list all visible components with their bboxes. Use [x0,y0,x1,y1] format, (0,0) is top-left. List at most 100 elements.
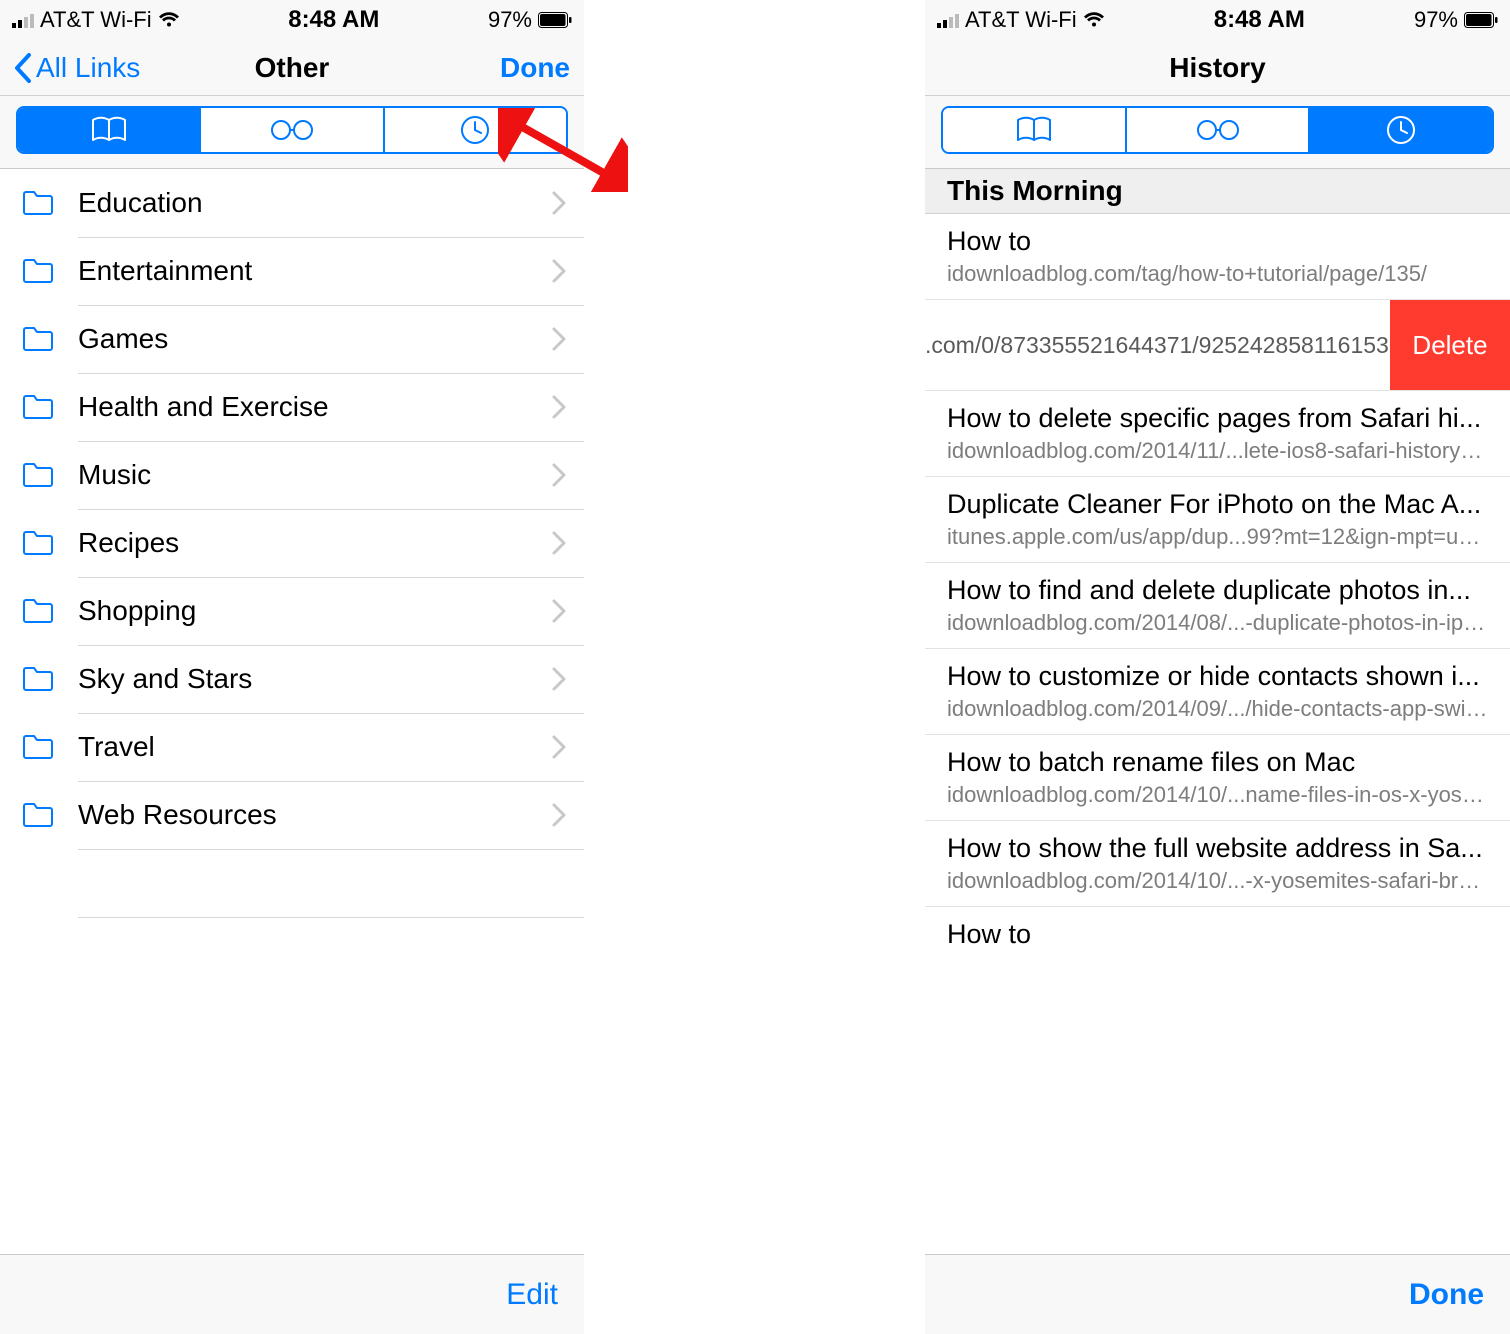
history-item-title: How to find and delete duplicate photos … [947,575,1488,606]
chevron-right-icon [552,259,566,283]
done-button[interactable]: Done [1409,1278,1484,1312]
chevron-right-icon [552,735,566,759]
folder-icon [22,598,54,624]
wifi-icon [1083,12,1105,28]
history-list[interactable]: This Morning How to idownloadblog.com/ta… [925,169,1510,1254]
folder-label: Sky and Stars [78,663,552,695]
carrier-label: AT&T Wi-Fi [40,7,152,33]
folder-row[interactable]: Education [0,169,584,237]
history-item[interactable]: How to delete specific pages from Safari… [925,391,1510,477]
folder-label: Games [78,323,552,355]
history-item[interactable]: How to show the full website address in … [925,821,1510,907]
phone-history: AT&T Wi-Fi 8:48 AM 97% History [925,0,1510,1334]
clock-time: 8:48 AM [288,6,379,34]
delete-button[interactable]: Delete [1390,300,1510,390]
history-item-title: How to show the full website address in … [947,833,1488,864]
history-item-title: How to [947,226,1488,257]
folder-label: Education [78,187,552,219]
chevron-right-icon [552,599,566,623]
history-item-url: idownloadblog.com/2014/11/...lete-ios8-s… [947,438,1488,464]
battery-icon [538,12,572,28]
page-title: Other [255,52,330,84]
bottom-toolbar: Edit [0,1254,584,1334]
page-title: History [1169,52,1265,84]
battery-percent: 97% [488,7,532,33]
folder-row[interactable]: Games [0,305,584,373]
history-item-url: idownloadblog.com/tag/how-to+tutorial/pa… [947,261,1488,287]
glasses-icon [1196,119,1240,141]
chevron-right-icon [552,463,566,487]
phone-bookmarks: AT&T Wi-Fi 8:48 AM 97% All Links Othe [0,0,584,1334]
folder-row[interactable]: Travel [0,713,584,781]
history-item-url: .com/0/873355521644371/925242858116153 [925,332,1390,359]
folder-row[interactable]: Music [0,441,584,509]
folder-row[interactable]: Entertainment [0,237,584,305]
tab-segmented-control [941,106,1494,154]
history-item[interactable]: How to [925,907,1510,952]
chevron-right-icon [552,191,566,215]
folder-icon [22,394,54,420]
history-item-url: itunes.apple.com/us/app/dup...99?mt=12&i… [947,524,1488,550]
history-item-title: How to delete specific pages from Safari… [947,403,1488,434]
tab-reading-list[interactable] [199,108,382,152]
history-item[interactable]: Duplicate Cleaner For iPhoto on the Mac … [925,477,1510,563]
history-item-url: idownloadblog.com/2014/09/.../hide-conta… [947,696,1488,722]
wifi-icon [158,12,180,28]
folder-row[interactable]: Sky and Stars [0,645,584,713]
folder-label: Recipes [78,527,552,559]
back-label: All Links [36,52,140,84]
tab-history[interactable] [383,108,566,152]
folder-label: Music [78,459,552,491]
history-item-swiped[interactable]: .com/0/873355521644371/925242858116153 D… [925,300,1510,391]
tab-reading-list[interactable] [1125,108,1309,152]
signal-bars-icon [12,12,34,28]
edit-button[interactable]: Edit [506,1278,558,1312]
folder-row[interactable]: Recipes [0,509,584,577]
clock-icon [460,115,490,145]
chevron-right-icon [552,803,566,827]
folder-icon [22,734,54,760]
history-item-title: How to [947,919,1488,950]
folder-icon [22,190,54,216]
back-button[interactable]: All Links [14,52,140,84]
history-item-url: idownloadblog.com/2014/08/...-duplicate-… [947,610,1488,636]
chevron-right-icon [552,667,566,691]
folder-icon [22,326,54,352]
tab-segmented-control [16,106,568,154]
clock-time: 8:48 AM [1214,6,1305,34]
tab-history[interactable] [1308,108,1492,152]
history-item-title: How to customize or hide contacts shown … [947,661,1488,692]
folder-icon [22,802,54,828]
signal-bars-icon [937,12,959,28]
folder-icon [22,258,54,284]
nav-bar: All Links Other Done [0,40,584,96]
folder-row[interactable]: Health and Exercise [0,373,584,441]
history-item-url: idownloadblog.com/2014/10/...-x-yosemite… [947,868,1488,894]
folder-row[interactable]: Shopping [0,577,584,645]
history-item[interactable]: How to idownloadblog.com/tag/how-to+tuto… [925,214,1510,300]
folder-list[interactable]: Education Entertainment Games Health and Ex… [0,169,584,1254]
status-bar: AT&T Wi-Fi 8:48 AM 97% [925,0,1510,40]
glasses-icon [270,119,314,141]
tab-bookmarks[interactable] [943,108,1125,152]
history-item[interactable]: How to find and delete duplicate photos … [925,563,1510,649]
bottom-toolbar: Done [925,1254,1510,1334]
folder-icon [22,530,54,556]
battery-icon [1464,12,1498,28]
book-icon [91,116,127,144]
history-item[interactable]: How to batch rename files on Mac idownloa… [925,735,1510,821]
folder-label: Travel [78,731,552,763]
tab-bookmarks[interactable] [18,108,199,152]
status-bar: AT&T Wi-Fi 8:48 AM 97% [0,0,584,40]
done-button[interactable]: Done [500,52,570,84]
folder-label: Health and Exercise [78,391,552,423]
nav-bar: History [925,40,1510,96]
history-item-title: How to batch rename files on Mac [947,747,1488,778]
chevron-right-icon [552,395,566,419]
history-item-url: idownloadblog.com/2014/10/...name-files-… [947,782,1488,808]
folder-row[interactable]: Web Resources [0,781,584,849]
folder-label: Entertainment [78,255,552,287]
book-icon [1016,116,1052,144]
history-item[interactable]: How to customize or hide contacts shown … [925,649,1510,735]
folder-icon [22,462,54,488]
